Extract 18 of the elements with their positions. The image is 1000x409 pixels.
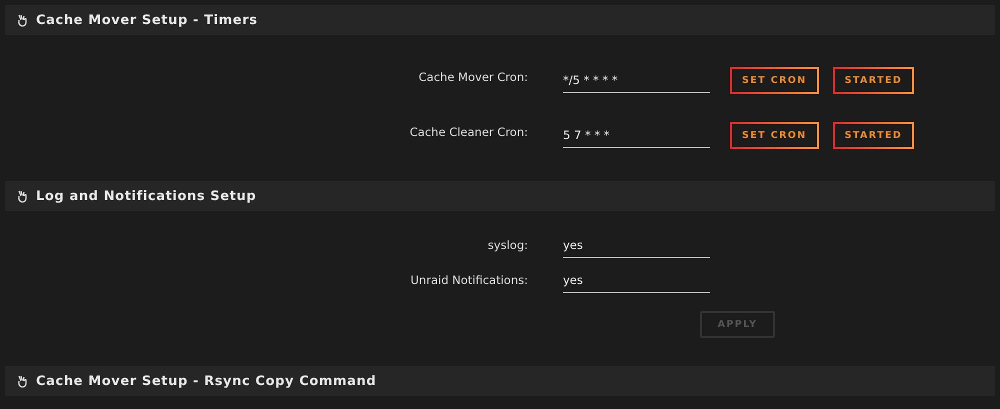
status-button[interactable]: STARTED [832, 122, 914, 149]
select-field[interactable]: yes [563, 235, 710, 258]
select-field[interactable]: yes [563, 270, 710, 293]
input-field[interactable]: */5 * * * * [563, 67, 710, 93]
section-title: Cache Mover Setup - Rsync Copy Command [36, 374, 376, 388]
field-label: Cache Mover Cron: [418, 69, 528, 84]
set-cron-button[interactable]: SET CRON [730, 122, 819, 149]
input-field[interactable]: 5 7 * * * [563, 122, 710, 148]
hand-icon [17, 374, 28, 388]
field-label: Cache Cleaner Cron: [408, 124, 528, 139]
field-label: syslog: [486, 237, 528, 252]
hand-icon [17, 14, 28, 26]
field-label: Unraid Notifications: [410, 272, 528, 287]
hand-icon [17, 190, 28, 202]
section-title: Log and Notifications Setup [36, 188, 256, 204]
set-cron-button[interactable]: SET CRON [730, 67, 819, 94]
status-button[interactable]: STARTED [832, 67, 914, 94]
section-title: Cache Mover Setup - Timers [36, 12, 258, 28]
